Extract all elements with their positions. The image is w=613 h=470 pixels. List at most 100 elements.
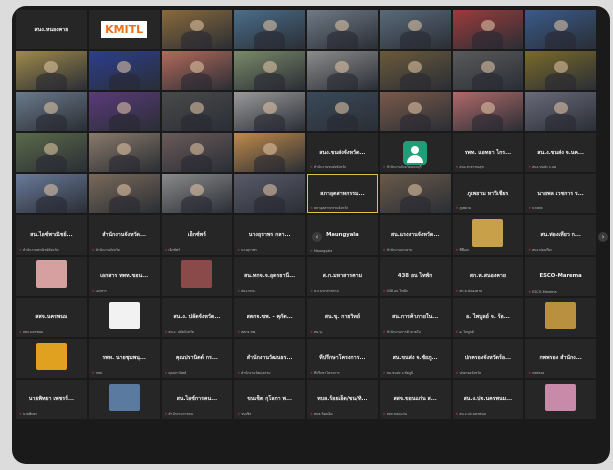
participant-tile[interactable]: ทบล.ร้อยเอ็ด/ขน/ทิ... ✕ทบล.ร้อยเอ็ด: [307, 379, 378, 419]
participant-tile[interactable]: เอ็กซ์พร์ ✕เอ็กซ์พร์: [161, 215, 233, 255]
participant-tile[interactable]: [452, 51, 524, 91]
participant-tile[interactable]: สนง.หนองคาย: [16, 10, 87, 50]
participant-name: สน.ท่องเที่ยว ก...: [540, 231, 581, 238]
participant-tile[interactable]: สำนักงานจังหวัด... ✕สำนักงานจังหวัด: [88, 215, 160, 255]
mic-muted-icon: ✕: [455, 165, 459, 170]
participant-picture: [472, 219, 504, 247]
participant-tile[interactable]: [452, 10, 524, 50]
participant-tile[interactable]: นายพล เวชการ ร... ✕นายพล: [525, 174, 596, 214]
participant-tile[interactable]: [234, 92, 305, 132]
mic-muted-icon: ✕: [382, 247, 386, 252]
participant-tile[interactable]: รพท. นายชุมพนุ... ✕รพท.: [88, 338, 160, 378]
participant-tile[interactable]: อ. ไพบูลย์ จ. ร้อ... ✕อ. ไพบูลย์: [452, 297, 524, 337]
participant-tile[interactable]: สภาอุตสาหกรรม... ✕สภาอุตสาหกรรมจังหวัด: [307, 174, 378, 214]
participant-tile[interactable]: [307, 10, 378, 50]
participant-tile[interactable]: [16, 51, 87, 91]
participant-tile[interactable]: สน.แรงงานจังหวัด... ✕สำนักงานแรงงาน: [379, 215, 451, 255]
participant-tile[interactable]: ปกครองจังหวัดร้อ... ✕ปกครองจังหวัด: [452, 338, 524, 378]
participant-tile[interactable]: [161, 174, 233, 214]
participant-video: [88, 51, 160, 91]
participant-tile[interactable]: [161, 10, 233, 50]
participant-tile[interactable]: [88, 133, 160, 173]
participant-tile[interactable]: สำนักงานวัฒนธร... ✕สำนักงานวัฒนธรรม: [234, 338, 305, 378]
participant-tile[interactable]: นางอุราพร กลา... ✕นางอุราพร: [234, 215, 305, 255]
next-page-button[interactable]: ›: [598, 232, 608, 242]
participant-tile[interactable]: [16, 338, 87, 378]
participant-label: ✕สนง.ท่องเที่ยว: [528, 248, 552, 253]
participant-tile[interactable]: [88, 51, 160, 91]
participant-tile[interactable]: ขนเช็ต กุโลกา พ... ✕ขนเช็ต: [234, 379, 305, 419]
participant-tile[interactable]: [161, 133, 233, 173]
participant-label-text: สำนักงานพาณิชย์จังหวัด: [22, 247, 59, 252]
participant-tile[interactable]: นายพิทยา เพชรร์... ✕นายพิทยา: [16, 379, 87, 419]
participant-tile[interactable]: สก.ห.สนองคาย ✕สก.ห.สนองคาย: [452, 256, 524, 296]
participant-tile[interactable]: กพพรอง สำนักง... ✕กพพรอง: [525, 338, 596, 378]
participant-tile[interactable]: [307, 51, 378, 91]
participant-tile[interactable]: [161, 51, 233, 91]
participant-tile[interactable]: [379, 10, 451, 50]
participant-tile[interactable]: [88, 379, 160, 419]
participant-tile[interactable]: [379, 174, 451, 214]
participant-tile[interactable]: สน.ขุ. กายวิทย์ ✕สน.ขุ.: [307, 297, 378, 337]
participant-tile[interactable]: ที่ปรึกษาโครงการ... ✕ที่ปรึกษาโครงการ: [307, 338, 378, 378]
participant-tile[interactable]: [525, 297, 596, 337]
participant-tile[interactable]: สน.การค้าภายใน... ✕สำนักงานการค้าภายใน: [379, 297, 451, 337]
participant-tile[interactable]: ✕สำนักงานจังหวัดนนทบุรี: [379, 133, 451, 173]
participant-tile[interactable]: สน.ทกจ.จ.อุดรธานี... ✕สนง.ทกจ.: [234, 256, 305, 296]
mic-muted-icon: ✕: [237, 411, 241, 416]
participant-silhouette: [189, 184, 204, 196]
participant-tile[interactable]: สน.ท่องเที่ยว ก... ✕สนง.ท่องเที่ยว: [525, 215, 596, 255]
participant-tile[interactable]: [161, 256, 233, 296]
participant-label: ✕นายพล: [528, 206, 542, 211]
participant-tile[interactable]: สสจ.ขอนแก่น ส... ✕สสจ.ขอนแก่น: [379, 379, 451, 419]
participant-tile[interactable]: [525, 51, 596, 91]
participant-name: สนง.หนองคาย: [34, 26, 69, 33]
participant-tile[interactable]: [525, 10, 596, 50]
participant-tile[interactable]: KMITL: [88, 10, 160, 50]
participant-tile[interactable]: ส.ก.มหาสารคาม ✕ส.ก.มหาสารคาม: [307, 256, 378, 296]
participant-tile[interactable]: [16, 133, 87, 173]
participant-tile[interactable]: [88, 297, 160, 337]
participant-tile[interactable]: สน.ไอซ์พาณิชย์... ✕สำนักงานพาณิชย์จังหวัด: [16, 215, 87, 255]
participant-tile[interactable]: สน.ง.ปจ.นครพนม... ✕สน.ง.ปจ.นครพนม: [452, 379, 524, 419]
participant-tile[interactable]: [16, 174, 87, 214]
participant-tile[interactable]: รพท. แอทธา ไกร... ✕สนง.สาธารณสุข: [452, 133, 524, 173]
participant-tile[interactable]: สน.ขนส่ง จ.ชัยภู... ✕สน.ขนส่ง จ.ชัยภูมิ: [379, 338, 451, 378]
participant-silhouette: [335, 60, 350, 73]
participant-tile[interactable]: สนง.ขนส่งจังหวัด... ✕สำนักงานขนส่งจังหวัด: [307, 133, 378, 173]
participant-tile[interactable]: [88, 174, 160, 214]
participant-silhouette: [480, 19, 495, 32]
participant-tile[interactable]: ESCO-Marema ✕ESCO-Marema: [525, 256, 596, 296]
mic-muted-icon: ✕: [164, 370, 168, 375]
participant-tile[interactable]: [16, 256, 87, 296]
participant-tile[interactable]: [161, 92, 233, 132]
participant-tile[interactable]: [234, 174, 305, 214]
mic-muted-icon: ✕: [455, 370, 459, 375]
participant-label-text: สน.ง.ปจ.นครพนม: [459, 411, 486, 416]
participant-video: [88, 174, 160, 214]
participant-tile[interactable]: [16, 92, 87, 132]
participant-tile[interactable]: [234, 51, 305, 91]
participant-tile[interactable]: [88, 92, 160, 132]
page-indicator-button[interactable]: ‹: [312, 232, 322, 242]
participant-tile[interactable]: [452, 92, 524, 132]
participant-tile[interactable]: [379, 92, 451, 132]
participant-tile[interactable]: สน.ง. ปลัดจังหวัด... ✕สน.ง. ปลัดจังหวัด: [161, 297, 233, 337]
participant-label: ✕สน.ง.ปจ.นครพนม: [456, 412, 486, 417]
participant-tile[interactable]: ภูเพยาม หาวิเชียร ✕ภูเพยาม: [452, 174, 524, 214]
participant-tile[interactable]: [379, 51, 451, 91]
participant-tile[interactable]: สตกจ.ขพ. - คุกัต... ✕สตกจ.ขพ.: [234, 297, 305, 337]
participant-tile[interactable]: เอกสาร ททท.ขอน... ✕เอกสาร: [88, 256, 160, 296]
participant-tile[interactable]: [307, 92, 378, 132]
participant-tile[interactable]: สน.ไอซ์การคน... ✕สำนักงานการคน: [161, 379, 233, 419]
participant-tile[interactable]: สสจ.นครพนม ✕สสจ.นครพนม: [16, 297, 87, 337]
participant-tile[interactable]: [525, 379, 596, 419]
participant-tile[interactable]: 438 อน ไทพัก ✕438 อน ไทพัก: [379, 256, 451, 296]
participant-tile[interactable]: [234, 10, 305, 50]
participant-tile[interactable]: คุณปรานิตต์ กร... ✕คุณปรานิตต์: [161, 338, 233, 378]
participant-video: [525, 51, 596, 91]
participant-tile[interactable]: ✕ซีพีเอฟ: [452, 215, 524, 255]
participant-tile[interactable]: สน.ง.ขนส่ง จ.นค... ✕สนง.ขนส่ง จ.นค: [525, 133, 596, 173]
participant-tile[interactable]: [234, 133, 305, 173]
participant-tile[interactable]: [525, 92, 596, 132]
